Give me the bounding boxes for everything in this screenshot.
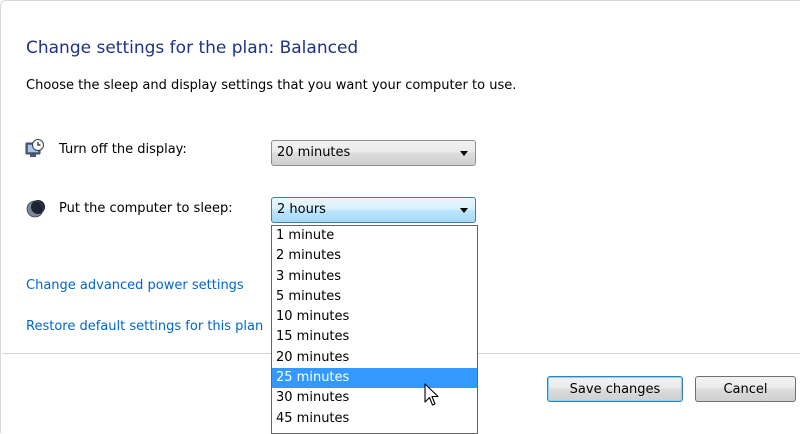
sleep-timeout-dropdown-list: 1 minute 2 minutes 3 minutes 5 minutes 1… bbox=[271, 225, 478, 434]
chevron-down-icon bbox=[460, 208, 468, 213]
chevron-down-icon bbox=[460, 151, 468, 156]
dropdown-option[interactable]: 5 minutes bbox=[272, 287, 477, 307]
sleep-timeout-value: 2 hours bbox=[277, 202, 326, 217]
dropdown-option[interactable]: 2 minutes bbox=[272, 246, 477, 266]
dropdown-option[interactable]: 15 minutes bbox=[272, 327, 477, 347]
mouse-pointer-icon bbox=[424, 383, 439, 406]
save-changes-button[interactable]: Save changes bbox=[547, 376, 683, 402]
sleep-setting-label: Put the computer to sleep: bbox=[59, 201, 233, 216]
dropdown-option[interactable]: 20 minutes bbox=[272, 348, 477, 368]
display-setting-label: Turn off the display: bbox=[59, 142, 187, 157]
dropdown-option-highlighted[interactable]: 25 minutes bbox=[272, 368, 477, 389]
dropdown-option[interactable]: 10 minutes bbox=[272, 307, 477, 327]
monitor-clock-icon bbox=[25, 139, 44, 157]
advanced-power-settings-link[interactable]: Change advanced power settings bbox=[26, 278, 244, 293]
restore-defaults-link[interactable]: Restore default settings for this plan bbox=[26, 319, 263, 334]
dropdown-option[interactable]: 45 minutes bbox=[272, 409, 477, 429]
moon-icon bbox=[26, 200, 45, 218]
sleep-timeout-select[interactable]: 2 hours bbox=[271, 197, 476, 223]
page-subtitle: Choose the sleep and display settings th… bbox=[26, 78, 517, 93]
page-title: Change settings for the plan: Balanced bbox=[26, 38, 359, 58]
dropdown-option[interactable]: 1 minute bbox=[272, 226, 477, 246]
window-content: Change settings for the plan: Balanced C… bbox=[0, 0, 800, 434]
dropdown-option[interactable]: 30 minutes bbox=[272, 388, 477, 408]
dropdown-option[interactable]: 3 minutes bbox=[272, 267, 477, 287]
cancel-button[interactable]: Cancel bbox=[695, 376, 796, 402]
display-timeout-value: 20 minutes bbox=[277, 145, 351, 160]
display-timeout-select[interactable]: 20 minutes bbox=[271, 140, 476, 166]
